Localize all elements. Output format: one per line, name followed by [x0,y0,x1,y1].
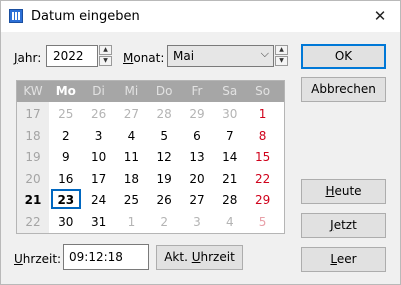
week-number-column [17,102,49,233]
calendar-day[interactable]: 28 [214,193,246,207]
calendar-day[interactable]: 25 [115,193,147,207]
window-title: Datum eingeben [31,9,140,24]
calendar-day[interactable]: 1 [247,107,279,121]
date-dialog: Datum eingeben ✕ Jahr: 2022 ▲ ▼ Monat: M… [0,0,401,285]
calendar-day[interactable]: 9 [50,150,82,164]
month-select[interactable]: Mai ⌵ [167,45,274,67]
calendar-day[interactable]: 26 [148,193,180,207]
weekday-header: Sa [222,84,238,98]
month-label: Monat: [123,51,165,65]
calendar-day[interactable]: 19 [148,172,180,186]
month-spinner[interactable]: ▲ ▼ [275,45,288,67]
weekday-header: Mi [124,84,139,98]
calendar-app-icon [9,9,23,23]
spin-up-icon[interactable]: ▲ [99,45,112,55]
calendar-day[interactable]: 13 [181,150,213,164]
calendar-day[interactable]: 26 [83,107,115,121]
week-number: 17 [25,107,41,121]
calendar-day[interactable]: 31 [83,215,115,229]
calendar-day[interactable]: 6 [181,129,213,143]
calendar-day[interactable]: 3 [181,215,213,229]
calendar-day[interactable]: 30 [214,107,246,121]
today-button[interactable]: Heute [301,179,386,204]
weekday-header: Fr [191,84,203,98]
weekday-header: Do [155,84,173,98]
calendar-day[interactable]: 24 [83,193,115,207]
calendar-day[interactable]: 20 [181,172,213,186]
now-button[interactable]: Jetzt [301,213,386,238]
title-bar: Datum eingeben ✕ [1,1,400,32]
calendar-day[interactable]: 30 [50,215,82,229]
calendar-day[interactable]: 8 [247,129,279,143]
month-value: Mai [173,49,195,63]
calendar-day[interactable]: 16 [50,172,82,186]
time-value: 09:12:18 [69,250,123,264]
calendar-day[interactable]: 2 [148,215,180,229]
ok-button[interactable]: OK [301,44,386,69]
calendar-day[interactable]: 29 [247,193,279,207]
clear-button[interactable]: Leer [301,247,386,272]
calendar-day[interactable]: 4 [115,129,147,143]
week-number: 22 [25,214,41,229]
week-number: 18 [25,128,41,143]
calendar-day[interactable]: 15 [247,150,279,164]
calendar-day[interactable]: 18 [115,172,147,186]
close-icon[interactable]: ✕ [370,6,390,26]
current-time-button[interactable]: Akt. Uhrzeit [156,245,243,270]
calendar-day[interactable]: 5 [148,129,180,143]
calendar-day[interactable]: 28 [148,107,180,121]
calendar-day[interactable]: 4 [214,215,246,229]
time-label: Uhrzeit: [14,252,62,266]
spin-down-icon[interactable]: ▼ [275,56,288,66]
week-number: 20 [25,171,41,186]
weekday-header: KW [23,84,43,98]
spin-up-icon[interactable]: ▲ [275,45,288,55]
calendar-day[interactable]: 17 [83,172,115,186]
year-spinner[interactable]: ▲ ▼ [99,45,112,67]
calendar-day[interactable]: 25 [50,107,82,121]
calendar-day[interactable]: 12 [148,150,180,164]
calendar-grid: KW Mo Di Mi Do Fr Sa So 17 25 26 27 28 29 30 1 18 2 3 4 5 6 7… [16,80,285,234]
calendar-day[interactable]: 7 [214,129,246,143]
calendar-day[interactable]: 22 [247,172,279,186]
year-value: 2022 [53,49,84,63]
selected-day-indicator [50,189,81,209]
year-input[interactable]: 2022 [46,45,98,67]
calendar-day[interactable]: 29 [181,107,213,121]
cancel-button[interactable]: Abbrechen [301,77,386,102]
calendar-day[interactable]: 21 [214,172,246,186]
time-input[interactable]: 09:12:18 [63,244,149,270]
year-label: Jahr: [14,51,42,65]
calendar-day[interactable]: 3 [83,129,115,143]
calendar-day[interactable]: 5 [247,215,279,229]
calendar-day[interactable]: 2 [50,129,82,143]
calendar-day[interactable]: 11 [115,150,147,164]
week-number: 21 [24,193,42,207]
calendar-day[interactable]: 14 [214,150,246,164]
calendar-day[interactable]: 10 [83,150,115,164]
calendar-day[interactable]: 27 [115,107,147,121]
weekday-header: Di [92,84,105,98]
week-number: 19 [25,150,41,164]
weekday-header: Mo [55,84,76,98]
calendar-day[interactable]: 1 [115,215,147,229]
spin-down-icon[interactable]: ▼ [99,56,112,66]
weekday-header: So [255,84,271,98]
chevron-down-icon[interactable]: ⌵ [261,47,269,61]
calendar-day[interactable]: 27 [181,193,213,207]
calendar-header: KW Mo Di Mi Do Fr Sa So [17,81,284,102]
